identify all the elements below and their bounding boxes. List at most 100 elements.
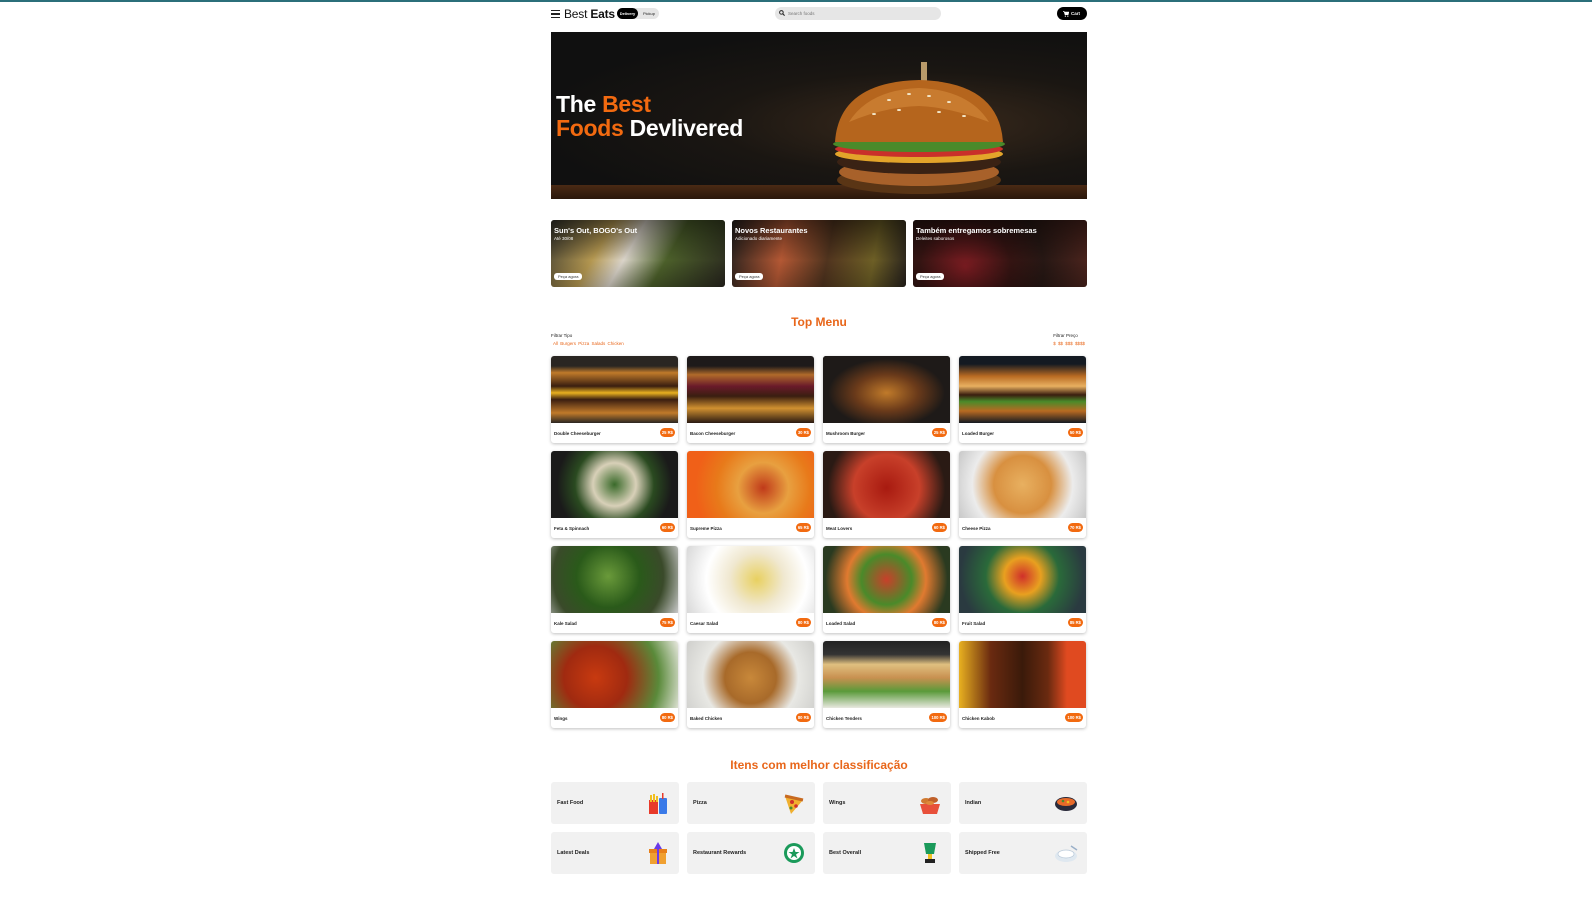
top-menu-title: Top Menu	[791, 315, 847, 329]
menu-item-card[interactable]: Cheese Pizza 70 R$	[959, 451, 1086, 538]
search-icon	[779, 10, 785, 16]
category-label: Pizza	[693, 800, 707, 806]
menu-item-image	[551, 451, 678, 518]
menu-item-name: Chicken Tenders	[826, 716, 862, 721]
category-label: Best Overall	[829, 850, 862, 856]
promo-card[interactable]: Novos Restaurantes Adicionado diariament…	[732, 220, 906, 287]
logo-text-bold: Eats	[590, 7, 615, 21]
menu-item-image	[823, 546, 950, 613]
menu-item-card[interactable]: Wings 80 R$	[551, 641, 678, 728]
menu-item-card[interactable]: Loaded Burger 50 R$	[959, 356, 1086, 443]
menu-item-name: Loaded Burger	[962, 431, 995, 436]
menu-item-price: 50 R$	[1067, 428, 1083, 437]
category-card[interactable]: Wings	[823, 782, 951, 824]
menu-item-name: Bacon Cheeseburger	[690, 431, 736, 436]
menu-item-card[interactable]: Bacon Cheeseburger 30 R$	[687, 356, 814, 443]
menu-item-price: 30 R$	[795, 428, 811, 437]
hero-burger-image	[833, 62, 1005, 194]
category-label: Latest Deals	[557, 850, 590, 856]
menu-item-name: Fruit Salad	[962, 621, 986, 626]
menu-item-name: Loaded Salad	[826, 621, 856, 626]
menu-item-card[interactable]: Chicken Kabob 100 R$	[959, 641, 1086, 728]
promo-order-button[interactable]: Peça agora	[735, 273, 764, 280]
menu-item-image	[551, 546, 678, 613]
pickup-option[interactable]: Pickup	[639, 8, 659, 19]
menu-item-card[interactable]: Kale Salad 75 R$	[551, 546, 678, 633]
promo-subtitle: Adicionado diariamente	[735, 236, 783, 241]
menu-item-name: Double Cheeseburger	[554, 431, 601, 436]
category-label: Restaurant Rewards	[693, 850, 747, 856]
hero-banner: The Best Foods Devlivered	[551, 32, 1087, 199]
hero-word-the: The	[556, 91, 596, 117]
menu-item-price: 65 R$	[795, 523, 811, 532]
menu-item-card[interactable]: Mushroom Burger 25 R$	[823, 356, 950, 443]
gift-box-icon	[649, 842, 667, 864]
category-card[interactable]: Restaurant Rewards	[687, 832, 815, 874]
promo-card[interactable]: Também entregamos sobremesas Deleites sa…	[913, 220, 1087, 287]
menu-item-card[interactable]: Meat Lovers 60 R$	[823, 451, 950, 538]
hamburger-menu-icon[interactable]	[551, 10, 560, 18]
menu-item-image	[687, 641, 814, 708]
menu-item-name: Kale Salad	[554, 621, 577, 626]
filter-type-options[interactable]: All Burgers Pizza Salads Chicken	[551, 341, 624, 346]
menu-item-image	[959, 546, 1086, 613]
hero-word-foods: Foods	[556, 115, 624, 141]
menu-item-card[interactable]: Chicken Tenders 100 R$	[823, 641, 950, 728]
menu-item-name: Caesar Salad	[690, 621, 719, 626]
promo-subtitle: Até 30/08	[554, 236, 574, 241]
category-card[interactable]: Shipped Free	[959, 832, 1087, 874]
menu-item-price: 60 R$	[659, 523, 675, 532]
promo-subtitle: Deleites saborosos	[916, 236, 955, 241]
menu-item-card[interactable]: Supreme Pizza 65 R$	[687, 451, 814, 538]
menu-item-image	[959, 451, 1086, 518]
menu-item-image	[823, 356, 950, 423]
menu-item-price: 75 R$	[659, 618, 675, 627]
menu-item-image	[687, 451, 814, 518]
promo-order-button[interactable]: Peça agora	[554, 273, 583, 280]
delivery-option[interactable]: Delivery	[617, 8, 638, 19]
hero-word-best: Best	[602, 91, 651, 117]
promo-order-button[interactable]: Peça agora	[916, 273, 945, 280]
category-card[interactable]: Latest Deals	[551, 832, 679, 874]
promo-title: Novos Restaurantes	[735, 226, 808, 235]
menu-item-card[interactable]: Double Cheeseburger 25 R$	[551, 356, 678, 443]
category-card[interactable]: Best Overall	[823, 832, 951, 874]
menu-item-image	[823, 641, 950, 708]
reward-coin-icon	[784, 843, 804, 863]
menu-item-name: Cheese Pizza	[962, 526, 991, 531]
navbar: Best Eats Delivery Pickup Cart	[551, 6, 1087, 22]
menu-item-name: Wings	[554, 716, 568, 721]
category-card[interactable]: Pizza	[687, 782, 815, 824]
category-card[interactable]: Fast Food	[551, 782, 679, 824]
filter-type: Filtrar Tipo All Burgers Pizza Salads Ch…	[551, 333, 624, 346]
promo-card[interactable]: Sun's Out, BOGO's Out Até 30/08 Peça ago…	[551, 220, 725, 287]
search-input[interactable]	[788, 7, 933, 20]
curry-bowl-icon	[1055, 797, 1077, 811]
delivery-pickup-toggle: Delivery Pickup	[617, 8, 659, 19]
menu-item-name: Meat Lovers	[826, 526, 853, 531]
menu-item-price: 25 R$	[659, 428, 675, 437]
trophy-icon	[924, 843, 936, 863]
filter-type-label: Filtrar Tipo	[551, 333, 573, 338]
menu-item-name: Feta & Spinnach	[554, 526, 590, 531]
menu-item-name: Mushroom Burger	[826, 431, 866, 436]
filter-price-label: Filtrar Preço	[1053, 333, 1078, 338]
category-card[interactable]: Indian	[959, 782, 1087, 824]
category-label: Indian	[965, 800, 982, 806]
menu-item-card[interactable]: Fruit Salad 85 R$	[959, 546, 1086, 633]
menu-item-price: 80 R$	[795, 713, 811, 722]
menu-item-card[interactable]: Loaded Salad 80 R$	[823, 546, 950, 633]
menu-item-price: 85 R$	[1067, 618, 1083, 627]
menu-item-name: Chicken Kabob	[962, 716, 995, 721]
fries-soda-icon	[649, 793, 667, 814]
menu-item-price: 100 R$	[929, 713, 947, 722]
cart-button[interactable]: Cart	[1057, 7, 1087, 20]
menu-item-card[interactable]: Caesar Salad 80 R$	[687, 546, 814, 633]
filter-price-options[interactable]: $ $$ $$$ $$$$	[1053, 341, 1085, 346]
menu-item-card[interactable]: Baked Chicken 80 R$	[687, 641, 814, 728]
menu-item-image	[551, 356, 678, 423]
hero-word-delivered: Devlivered	[629, 115, 744, 141]
promo-title: Sun's Out, BOGO's Out	[554, 226, 638, 235]
logo[interactable]: Best Eats	[564, 7, 615, 21]
menu-item-card[interactable]: Feta & Spinnach 60 R$	[551, 451, 678, 538]
